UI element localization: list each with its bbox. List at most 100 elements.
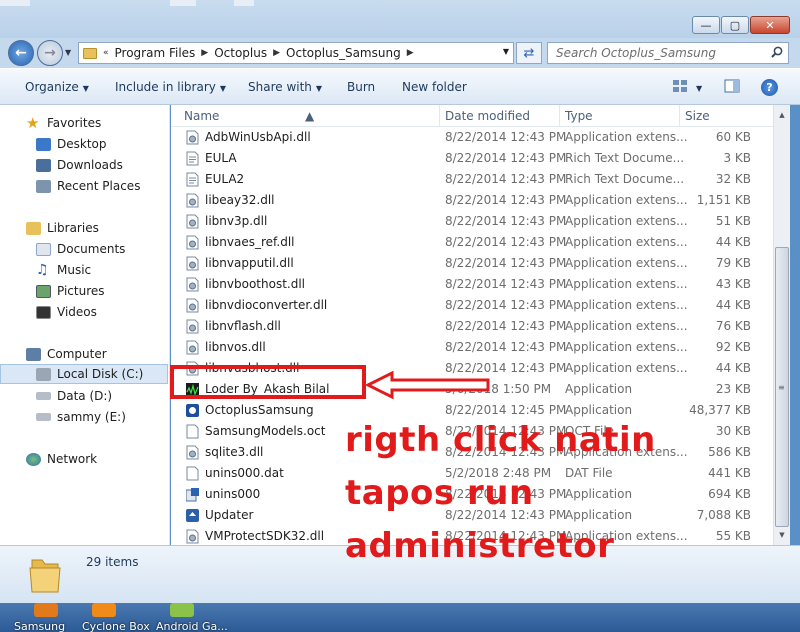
recent-pages-dropdown[interactable]: ▼ (65, 48, 71, 57)
forward-button[interactable]: → (37, 40, 63, 66)
file-name: AdbWinUsbApi.dll (205, 130, 311, 144)
preview-pane-icon[interactable] (724, 79, 740, 93)
back-button[interactable]: ← (8, 40, 34, 66)
nav-sammy-e[interactable]: sammy (E:) (0, 407, 168, 427)
file-row[interactable]: AdbWinUsbApi.dll 8/22/2014 12:43 PM Applic… (171, 127, 773, 148)
file-row[interactable]: libnvaes_ref.dll 8/22/2014 12:43 PM Applic… (171, 232, 773, 253)
dll-icon (186, 298, 199, 313)
view-options-dropdown[interactable]: ▼ (692, 80, 702, 94)
taskbar-label: Android Ga... (156, 620, 228, 632)
maximize-button[interactable]: ▢ (721, 16, 749, 34)
scroll-down-arrow-icon[interactable]: ▼ (774, 527, 790, 543)
taskbar-samsung[interactable]: Samsung (14, 603, 86, 632)
generic-file-icon (186, 466, 199, 481)
file-date: 8/22/2014 12:43 PM (445, 172, 567, 186)
scroll-up-arrow-icon[interactable]: ▲ (774, 107, 790, 123)
nav-libraries[interactable]: Libraries (0, 218, 168, 238)
column-size[interactable]: Size (685, 109, 710, 123)
nav-videos[interactable]: Videos (0, 302, 168, 322)
file-row[interactable]: libnvflash.dll 8/22/2014 12:43 PM Applicat… (171, 316, 773, 337)
column-divider[interactable] (679, 105, 680, 127)
file-name: libnv3p.dll (205, 214, 268, 228)
taskbar-cyclone-box[interactable]: Cyclone Box (82, 603, 154, 632)
refresh-button[interactable]: ⇄ (516, 42, 542, 64)
chevron-right-icon[interactable]: ▶ (201, 48, 208, 58)
taskbar-android-ga[interactable]: Android Ga... (156, 603, 228, 632)
file-type: Application (565, 487, 633, 501)
nav-local-disk-c[interactable]: Local Disk (C:) (0, 364, 168, 384)
nav-data-d[interactable]: Data (D:) (0, 386, 168, 406)
new-folder-button[interactable]: New folder (402, 80, 467, 94)
column-divider[interactable] (559, 105, 560, 127)
file-type: Application extens... (565, 214, 688, 228)
include-in-library-button[interactable]: Include in library ▼ (115, 80, 226, 94)
column-type[interactable]: Type (565, 109, 593, 123)
nav-computer[interactable]: Computer (0, 344, 168, 364)
file-size: 23 KB (715, 382, 751, 396)
annotation-line-3: administretor (345, 526, 615, 566)
column-divider[interactable] (439, 105, 440, 127)
nav-label: Computer (47, 347, 107, 361)
file-row[interactable]: EULA 8/22/2014 12:43 PM Rich Text Docume..… (171, 148, 773, 169)
overflow-chevron-icon[interactable]: « (103, 48, 109, 58)
search-input[interactable]: Search Octoplus_Samsung (547, 42, 789, 64)
file-name: libnvdioconverter.dll (205, 298, 328, 312)
pictures-icon (36, 284, 51, 298)
file-size: 51 KB (715, 214, 751, 228)
chevron-down-icon: ▼ (219, 84, 227, 93)
file-row[interactable]: libnvdioconverter.dll 8/22/2014 12:43 PM A… (171, 295, 773, 316)
share-with-button[interactable]: Share with ▼ (248, 80, 322, 94)
arrow-left-icon: ← (15, 45, 27, 61)
file-size: 7,088 KB (696, 508, 751, 522)
libraries-icon (26, 221, 41, 235)
nav-recent-places[interactable]: Recent Places (0, 176, 168, 196)
breadcrumb-octoplus[interactable]: Octoplus (214, 46, 267, 60)
nav-downloads[interactable]: Downloads (0, 155, 168, 175)
file-row[interactable]: libnv3p.dll 8/22/2014 12:43 PM Application… (171, 211, 773, 232)
minimize-button[interactable]: — (692, 16, 720, 34)
file-name: libnvboothost.dll (205, 277, 306, 291)
chevron-right-icon[interactable]: ▶ (273, 48, 280, 58)
file-type: Application extens... (565, 361, 688, 375)
file-row[interactable]: libeay32.dll 8/22/2014 12:43 PM Applicatio… (171, 190, 773, 211)
file-size: 44 KB (715, 235, 751, 249)
organize-button[interactable]: Organize ▼ (25, 80, 89, 94)
nav-desktop[interactable]: Desktop (0, 134, 168, 154)
nav-documents[interactable]: Documents (0, 239, 168, 259)
close-button[interactable]: ✕ (750, 16, 790, 34)
nav-favorites[interactable]: ★ Favorites (0, 113, 168, 133)
column-date-modified[interactable]: Date modified (445, 109, 530, 123)
file-name: unins000.dat (205, 466, 284, 480)
breadcrumb-program-files[interactable]: Program Files (115, 46, 196, 60)
file-row[interactable]: OctoplusSamsung 8/22/2014 12:45 PM Applica… (171, 400, 773, 421)
file-row[interactable]: EULA2 8/22/2014 12:43 PM Rich Text Docume.… (171, 169, 773, 190)
chevron-right-icon[interactable]: ▶ (407, 48, 414, 58)
nav-music[interactable]: ♫ Music (0, 260, 168, 280)
chevron-down-icon[interactable]: ▼ (503, 47, 509, 56)
file-date: 8/22/2014 12:43 PM (445, 298, 567, 312)
file-type: Rich Text Docume... (565, 151, 685, 165)
file-name: EULA (205, 151, 237, 165)
file-size: 3 KB (723, 151, 751, 165)
search-icon[interactable] (771, 46, 783, 58)
address-bar[interactable]: « Program Files ▶ Octoplus ▶ Octoplus_Sa… (78, 42, 514, 64)
file-name: VMProtectSDK32.dll (205, 529, 325, 543)
nav-pictures[interactable]: Pictures (0, 281, 168, 301)
file-row[interactable]: libnvboothost.dll 8/22/2014 12:43 PM Appli… (171, 274, 773, 295)
nav-network[interactable]: Network (0, 449, 168, 469)
column-headers: ▲ Name Date modified Type Size (171, 105, 773, 127)
file-size: 92 KB (715, 340, 751, 354)
file-row[interactable]: libnvapputil.dll 8/22/2014 12:43 PM Applic… (171, 253, 773, 274)
breadcrumb-octoplus-samsung[interactable]: Octoplus_Samsung (286, 46, 401, 60)
change-view-icon[interactable] (672, 79, 688, 93)
vertical-scrollbar[interactable]: ▲ ≡ ▼ (773, 105, 790, 545)
file-size: 76 KB (715, 319, 751, 333)
desktop-icon (36, 137, 51, 151)
nav-label: Desktop (57, 137, 107, 151)
column-name[interactable]: Name (184, 109, 219, 123)
burn-button[interactable]: Burn (347, 80, 375, 94)
taskbar-label: Samsung (14, 620, 66, 632)
file-row[interactable]: libnvos.dll 8/22/2014 12:43 PM Application… (171, 337, 773, 358)
help-icon[interactable]: ? (761, 79, 778, 96)
nav-label: Music (57, 263, 92, 277)
